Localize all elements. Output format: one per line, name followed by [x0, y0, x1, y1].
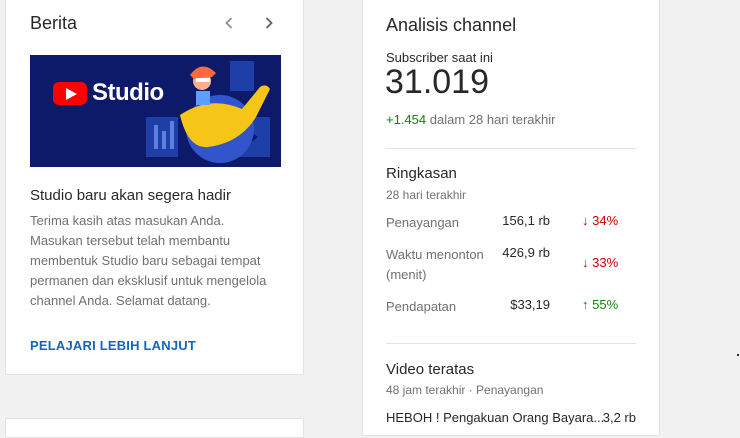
news-title: Berita	[30, 13, 78, 33]
top-videos-title: Video teratas	[386, 361, 475, 378]
summary-row-change: ↑ 55%	[582, 297, 618, 312]
top-videos-period: 48 jam terakhir · Penayangan	[386, 383, 544, 397]
learn-more-link[interactable]: PELAJARI LEBIH LANJUT	[30, 338, 196, 353]
article-body: Terima kasih atas masukan Anda. Masukan …	[30, 213, 267, 308]
summary-row-value: 156,1 rb	[502, 213, 550, 228]
next-card	[5, 418, 304, 438]
summary-row-label: Waktu menonton (menit)	[386, 247, 484, 282]
subscribers-delta-period: dalam 28 hari terakhir	[429, 112, 556, 127]
divider	[386, 148, 636, 149]
analytics-title: Analisis channel	[386, 15, 517, 35]
summary-row-change: ↓ 34%	[582, 213, 618, 228]
subscribers-value: 31.019	[385, 63, 489, 101]
studio-logo: Studio	[53, 79, 164, 107]
subscribers-delta: +1.454 dalam 28 hari terakhir	[386, 112, 555, 127]
summary-title: Ringkasan	[386, 165, 457, 182]
top-video-title: HEBOH ! Pengakuan Orang Bayara...	[386, 410, 605, 425]
youtube-play-icon	[53, 81, 87, 105]
studio-banner-illustration	[146, 61, 270, 163]
summary-row-label: Pendapatan	[386, 299, 457, 314]
arrow-down-icon: ↓	[582, 213, 589, 228]
top-video-item[interactable]: HEBOH ! Pengakuan Orang Bayara... 3,2 rb	[386, 410, 636, 425]
summary-row-value: 426,9 rb	[502, 245, 550, 260]
divider	[386, 343, 636, 344]
chevron-right-icon[interactable]	[257, 11, 281, 35]
stray-dot	[737, 354, 739, 356]
summary-row-label: Penayangan	[386, 215, 460, 230]
article-title: Studio baru akan segera hadir	[30, 187, 231, 204]
studio-banner-image: Studio	[30, 55, 281, 167]
news-card: Berita Studio Studio baru akan segera ha…	[5, 0, 304, 375]
summary-row-change-value: 33%	[592, 255, 619, 270]
summary-row-change-value: 55%	[592, 297, 619, 312]
arrow-up-icon: ↑	[582, 297, 589, 312]
arrow-down-icon: ↓	[582, 255, 589, 270]
summary-row-change-value: 34%	[592, 213, 619, 228]
channel-analytics-card: Analisis channel Subscriber saat ini 31.…	[362, 0, 660, 436]
subscribers-delta-value: +1.454	[386, 112, 427, 127]
top-video-views: 3,2 rb	[602, 410, 636, 425]
studio-logo-text: Studio	[92, 79, 164, 106]
summary-row-change: ↓ 33%	[582, 255, 618, 270]
chevron-left-icon[interactable]	[217, 11, 241, 35]
summary-row-value: $33,19	[510, 297, 550, 312]
summary-period: 28 hari terakhir	[386, 188, 467, 202]
